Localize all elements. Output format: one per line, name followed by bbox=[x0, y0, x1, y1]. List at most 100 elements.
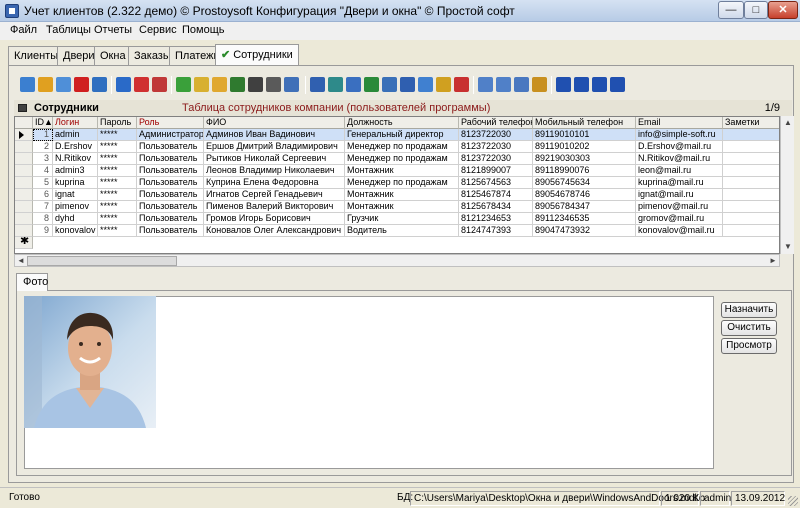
export-icon[interactable] bbox=[436, 77, 451, 92]
menu-help[interactable]: Помощь bbox=[182, 24, 225, 36]
new-record-icon[interactable] bbox=[20, 77, 35, 92]
cell-position[interactable]: Водитель bbox=[345, 225, 459, 237]
resize-grip-icon[interactable] bbox=[788, 496, 798, 506]
sort-asc-icon[interactable] bbox=[478, 77, 493, 92]
group-icon[interactable] bbox=[194, 77, 209, 92]
find-icon[interactable] bbox=[248, 77, 263, 92]
cell-work-phone[interactable]: 8123722030 bbox=[459, 141, 533, 153]
vertical-scrollbar[interactable]: ▲ ▼ bbox=[780, 116, 794, 254]
preview-icon[interactable] bbox=[284, 77, 299, 92]
chart-icon[interactable] bbox=[454, 77, 469, 92]
cell-password[interactable]: ***** bbox=[98, 225, 137, 237]
table-icon[interactable] bbox=[514, 77, 529, 92]
cell-position[interactable]: Менеджер по продажам bbox=[345, 177, 459, 189]
scroll-down-icon[interactable]: ▼ bbox=[783, 242, 793, 252]
column-header-mobile[interactable]: Мобильный телефон bbox=[533, 117, 636, 129]
assign-photo-button[interactable]: Назначить bbox=[721, 302, 777, 318]
cell-login[interactable]: kuprina bbox=[53, 177, 98, 189]
recycle-icon[interactable] bbox=[176, 77, 191, 92]
cell-email[interactable]: konovalov@mail.ru bbox=[636, 225, 723, 237]
cell-position[interactable]: Монтажник bbox=[345, 201, 459, 213]
row-indicator[interactable] bbox=[15, 189, 33, 201]
table-row[interactable]: 1 admin ***** Администратор Админов Иван Вад… bbox=[15, 129, 779, 141]
cell-fio[interactable]: Леонов Владимир Николаевич bbox=[204, 165, 345, 177]
scroll-up-icon[interactable]: ▲ bbox=[783, 118, 793, 128]
cell-notes[interactable] bbox=[723, 141, 779, 153]
cell-password[interactable]: ***** bbox=[98, 165, 137, 177]
column-header-role[interactable]: Роль bbox=[137, 117, 204, 129]
new-row[interactable]: ✱ bbox=[15, 237, 779, 249]
close-button[interactable]: ✕ bbox=[768, 1, 798, 19]
row-indicator[interactable] bbox=[15, 153, 33, 165]
cell-role[interactable]: Пользователь bbox=[137, 189, 204, 201]
maximize-button[interactable]: □ bbox=[744, 1, 768, 19]
cell-notes[interactable] bbox=[723, 201, 779, 213]
menu-file[interactable]: Файл bbox=[10, 24, 37, 36]
cell-email[interactable]: pimenov@mail.ru bbox=[636, 201, 723, 213]
cell-email[interactable]: D.Ershov@mail.ru bbox=[636, 141, 723, 153]
cell-notes[interactable] bbox=[723, 189, 779, 201]
cell-login[interactable]: pimenov bbox=[53, 201, 98, 213]
print-icon[interactable] bbox=[266, 77, 281, 92]
cell-email[interactable]: ignat@mail.ru bbox=[636, 189, 723, 201]
cell-role[interactable]: Пользователь bbox=[137, 141, 204, 153]
cell-login[interactable]: dyhd bbox=[53, 213, 98, 225]
cell-position[interactable]: Монтажник bbox=[345, 165, 459, 177]
find-replace-icon[interactable] bbox=[230, 77, 245, 92]
cell-role[interactable]: Пользователь bbox=[137, 177, 204, 189]
table-row[interactable]: 3 N.Ritikov ***** Пользователь Рытиков Никол… bbox=[15, 153, 779, 165]
cell-login[interactable]: admin bbox=[53, 129, 98, 141]
table-row[interactable]: 8 dyhd ***** Пользователь Громов Игорь Борис… bbox=[15, 213, 779, 225]
cell-email[interactable]: gromov@mail.ru bbox=[636, 213, 723, 225]
cell-mobile[interactable]: 89054678746 bbox=[533, 189, 636, 201]
cell-mobile[interactable]: 89056784347 bbox=[533, 201, 636, 213]
edit-record-icon[interactable] bbox=[38, 77, 53, 92]
table-row[interactable]: 6 ignat ***** Пользователь Игнатов Сергей Ге… bbox=[15, 189, 779, 201]
send-icon[interactable] bbox=[346, 77, 361, 92]
cell-login[interactable]: N.Ritikov bbox=[53, 153, 98, 165]
cell-notes[interactable] bbox=[723, 225, 779, 237]
cell-mobile[interactable]: 89112346535 bbox=[533, 213, 636, 225]
sql-icon[interactable] bbox=[382, 77, 397, 92]
row-indicator[interactable] bbox=[15, 129, 33, 141]
cell-id[interactable]: 3 bbox=[33, 153, 53, 165]
cell-work-phone[interactable]: 8124747393 bbox=[459, 225, 533, 237]
cell-role[interactable]: Пользователь bbox=[137, 165, 204, 177]
cell-work-phone[interactable]: 8125678434 bbox=[459, 201, 533, 213]
column-header-notes[interactable]: Заметки bbox=[723, 117, 779, 129]
cell-id[interactable]: 4 bbox=[33, 165, 53, 177]
cell-fio[interactable]: Пименов Валерий Викторович bbox=[204, 201, 345, 213]
tab-windows[interactable]: Окна bbox=[94, 46, 132, 66]
scroll-left-icon[interactable]: ◄ bbox=[15, 255, 27, 266]
cell-mobile[interactable]: 89119010202 bbox=[533, 141, 636, 153]
cell-id[interactable]: 1 bbox=[33, 129, 53, 141]
sort-desc-icon[interactable] bbox=[496, 77, 511, 92]
cell-position[interactable]: Менеджер по продажам bbox=[345, 141, 459, 153]
cell-role[interactable]: Пользователь bbox=[137, 213, 204, 225]
row-indicator[interactable] bbox=[15, 165, 33, 177]
tab-employees[interactable]: ✔ Сотрудники bbox=[215, 44, 299, 67]
cell-email[interactable]: info@simple-soft.ru bbox=[636, 129, 723, 141]
cell-work-phone[interactable]: 8121234653 bbox=[459, 213, 533, 225]
cell-mobile[interactable]: 89219030303 bbox=[533, 153, 636, 165]
cell-login[interactable]: D.Ershov bbox=[53, 141, 98, 153]
cell-password[interactable]: ***** bbox=[98, 177, 137, 189]
cell-notes[interactable] bbox=[723, 153, 779, 165]
cell-mobile[interactable]: 89056745634 bbox=[533, 177, 636, 189]
cell-role[interactable]: Администратор bbox=[137, 129, 204, 141]
refresh-icon[interactable] bbox=[92, 77, 107, 92]
cell-fio[interactable]: Куприна Елена Федоровна bbox=[204, 177, 345, 189]
cell-password[interactable]: ***** bbox=[98, 213, 137, 225]
first-record-icon[interactable] bbox=[556, 77, 571, 92]
column-header-password[interactable]: Пароль bbox=[98, 117, 137, 129]
cell-password[interactable]: ***** bbox=[98, 201, 137, 213]
cell-id[interactable]: 2 bbox=[33, 141, 53, 153]
cell-notes[interactable] bbox=[723, 177, 779, 189]
menu-service[interactable]: Сервис bbox=[139, 24, 177, 36]
cell-fio[interactable]: Коновалов Олег Александрович bbox=[204, 225, 345, 237]
row-indicator[interactable]: ✱ bbox=[15, 237, 33, 249]
cell-email[interactable]: leon@mail.ru bbox=[636, 165, 723, 177]
cell-work-phone[interactable]: 8121899007 bbox=[459, 165, 533, 177]
column-header-position[interactable]: Должность bbox=[345, 117, 459, 129]
cell-work-phone[interactable]: 8125467874 bbox=[459, 189, 533, 201]
